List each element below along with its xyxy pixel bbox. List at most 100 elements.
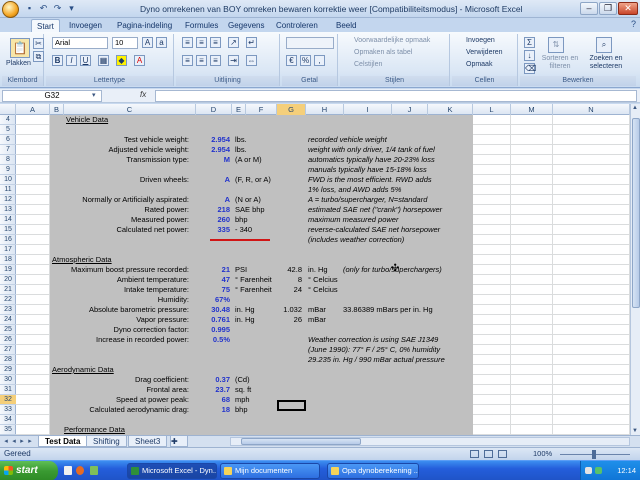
column-header-g[interactable]: G (277, 104, 306, 115)
quicklaunch-icon[interactable] (64, 466, 72, 475)
horizontal-scroll-thumb[interactable] (241, 438, 361, 445)
quicklaunch-browser-icon[interactable] (76, 466, 84, 475)
horizontal-scrollbar[interactable] (230, 437, 630, 446)
thousands-icon[interactable]: , (314, 55, 325, 66)
copy-icon[interactable]: ⧉ (33, 51, 44, 62)
tab-pagina-indeling[interactable]: Pagina-indeling (112, 19, 177, 32)
zoom-slider-thumb[interactable] (592, 450, 596, 459)
wrap-text-icon[interactable]: ↵ (246, 37, 257, 48)
row-header-18[interactable]: 18 (0, 255, 16, 265)
tab-gegevens[interactable]: Gegevens (223, 19, 269, 32)
undo-icon[interactable]: ↶ (38, 3, 49, 14)
redo-icon[interactable]: ↷ (52, 3, 63, 14)
row-header-5[interactable]: 5 (0, 125, 16, 135)
column-header-j[interactable]: J (392, 104, 428, 115)
normal-view-icon[interactable] (470, 450, 479, 458)
column-header-b[interactable]: B (50, 104, 64, 115)
taskbar-opa-dyno[interactable]: Opa dynoberekening ... (327, 463, 419, 479)
row-header-11[interactable]: 11 (0, 185, 16, 195)
taskbar-excel[interactable]: Microsoft Excel - Dyn... (127, 463, 217, 479)
cell-styles-button[interactable]: Celstijlen (354, 61, 382, 68)
column-header-n[interactable]: N (553, 104, 630, 115)
indent-icon[interactable]: ⇥ (228, 55, 239, 66)
align-top-icon[interactable]: ≡ (182, 37, 193, 48)
close-button[interactable]: ✕ (618, 2, 638, 15)
bold-icon[interactable]: B (52, 55, 63, 66)
row-header-26[interactable]: 26 (0, 335, 16, 345)
fill-icon[interactable]: ↓ (524, 50, 535, 61)
delete-cells-button[interactable]: Verwijderen (466, 49, 503, 56)
row-header-33[interactable]: 33 (0, 405, 16, 415)
fill-color-icon[interactable]: ◆ (116, 55, 127, 66)
align-middle-icon[interactable]: ≡ (196, 37, 207, 48)
number-format-select[interactable] (286, 37, 334, 49)
row-header-14[interactable]: 14 (0, 215, 16, 225)
align-right-icon[interactable]: ≡ (210, 55, 221, 66)
underline-icon[interactable]: U (80, 55, 91, 66)
row-header-34[interactable]: 34 (0, 415, 16, 425)
last-sheet-icon[interactable]: ▸ (26, 437, 34, 446)
formula-input[interactable] (155, 90, 637, 102)
clear-icon[interactable]: ⌫ (524, 63, 536, 74)
conditional-formatting-button[interactable]: Voorwaardelijke opmaak (354, 37, 430, 44)
row-header-27[interactable]: 27 (0, 345, 16, 355)
tab-start[interactable]: Start (31, 19, 60, 32)
column-header-e[interactable]: E (232, 104, 246, 115)
row-header-6[interactable]: 6 (0, 135, 16, 145)
row-header-28[interactable]: 28 (0, 355, 16, 365)
tray-security-icon[interactable] (595, 467, 602, 474)
office-button[interactable] (2, 1, 19, 18)
row-header-13[interactable]: 13 (0, 205, 16, 215)
restore-button[interactable]: ❐ (599, 2, 617, 15)
name-box-dropdown-icon[interactable]: ▾ (92, 91, 96, 99)
italic-icon[interactable]: I (66, 55, 77, 66)
row-header-24[interactable]: 24 (0, 315, 16, 325)
sheet-tab-shifting[interactable]: Shifting (86, 436, 127, 447)
row-header-19[interactable]: 19 (0, 265, 16, 275)
format-as-table-button[interactable]: Opmaken als tabel (354, 49, 412, 56)
font-name-select[interactable]: Arial (52, 37, 108, 49)
currency-icon[interactable]: € (286, 55, 297, 66)
quicklaunch-desktop-icon[interactable] (90, 466, 98, 475)
row-header-16[interactable]: 16 (0, 235, 16, 245)
row-header-9[interactable]: 9 (0, 165, 16, 175)
row-header-30[interactable]: 30 (0, 375, 16, 385)
scroll-up-icon[interactable]: ▲ (632, 105, 638, 111)
column-header-m[interactable]: M (511, 104, 553, 115)
taskbar-mijn-documenten[interactable]: Mijn documenten (220, 463, 320, 479)
percent-icon[interactable]: % (300, 55, 311, 66)
worksheet-grid[interactable]: 4 5 6 7 8 9 10 11 12 13 14 15 16 17 18 19 20 21 22 23 24 25 26… (0, 115, 630, 435)
row-header-8[interactable]: 8 (0, 155, 16, 165)
align-bottom-icon[interactable]: ≡ (210, 37, 221, 48)
row-header-12[interactable]: 12 (0, 195, 16, 205)
active-cell-g32[interactable] (277, 400, 306, 411)
row-header-15[interactable]: 15 (0, 225, 16, 235)
scroll-down-icon[interactable]: ▼ (632, 428, 638, 434)
tab-beeld[interactable]: Beeld (331, 19, 361, 32)
row-header-7[interactable]: 7 (0, 145, 16, 155)
sort-filter-button[interactable]: Sorteren en filteren (540, 55, 580, 71)
align-left-icon[interactable]: ≡ (182, 55, 193, 66)
merge-icon[interactable]: ⇔ (246, 55, 257, 66)
column-header-a[interactable]: A (16, 104, 50, 115)
grow-font-icon[interactable]: A (142, 37, 153, 48)
row-header-31[interactable]: 31 (0, 385, 16, 395)
insert-cells-button[interactable]: Invoegen (466, 37, 495, 44)
column-header-f[interactable]: F (246, 104, 277, 115)
vertical-scroll-thumb[interactable] (632, 118, 640, 308)
borders-icon[interactable]: ▦ (98, 55, 109, 66)
binoculars-icon[interactable]: ⌕ (596, 37, 612, 53)
tab-invoegen[interactable]: Invoegen (64, 19, 107, 32)
column-header-l[interactable]: L (473, 104, 511, 115)
tab-controleren[interactable]: Controleren (271, 19, 323, 32)
page-break-view-icon[interactable] (498, 450, 507, 458)
column-header-c[interactable]: C (64, 104, 196, 115)
next-sheet-icon[interactable]: ▸ (18, 437, 26, 446)
row-header-29[interactable]: 29 (0, 365, 16, 375)
find-select-button[interactable]: Zoeken en selecteren (584, 55, 628, 71)
row-header-35[interactable]: 35 (0, 425, 16, 435)
row-header-32[interactable]: 32 (0, 395, 16, 405)
format-cells-button[interactable]: Opmaak (466, 61, 492, 68)
font-color-icon[interactable]: A (134, 55, 145, 66)
row-header-17[interactable]: 17 (0, 245, 16, 255)
